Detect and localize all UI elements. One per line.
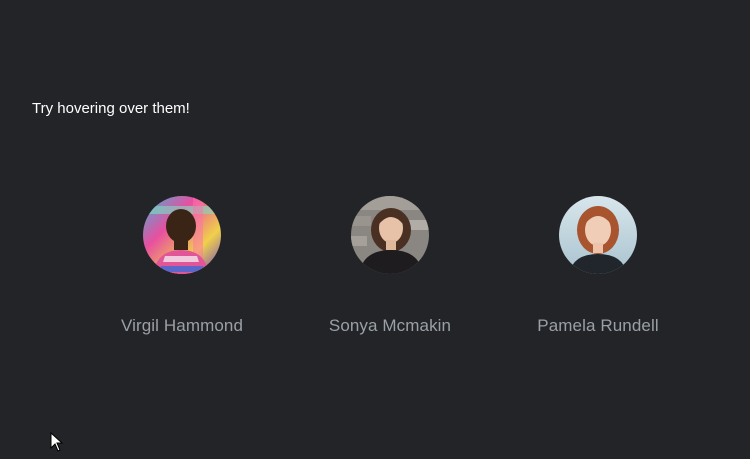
person-name: Pamela Rundell	[537, 316, 659, 335]
person-name: Sonya Mcmakin	[328, 316, 452, 335]
person-card-pamela-rundell[interactable]: Pamela Rundell	[498, 196, 698, 336]
avatar[interactable]	[351, 196, 429, 274]
hint-text: Try hovering over them!	[32, 100, 190, 117]
mouse-cursor-icon	[50, 431, 64, 457]
person-card-sonya-mcmakin[interactable]: Sonya Mcmakin	[290, 196, 490, 336]
page: Try hovering over them! Virgil Hammond S…	[0, 0, 750, 459]
person-card-virgil-hammond[interactable]: Virgil Hammond	[82, 196, 282, 336]
avatar[interactable]	[143, 196, 221, 274]
avatar-photo	[559, 196, 637, 274]
person-name: Virgil Hammond	[120, 316, 244, 335]
avatar[interactable]	[559, 196, 637, 274]
avatar-photo	[143, 196, 221, 274]
avatar-photo	[351, 196, 429, 274]
